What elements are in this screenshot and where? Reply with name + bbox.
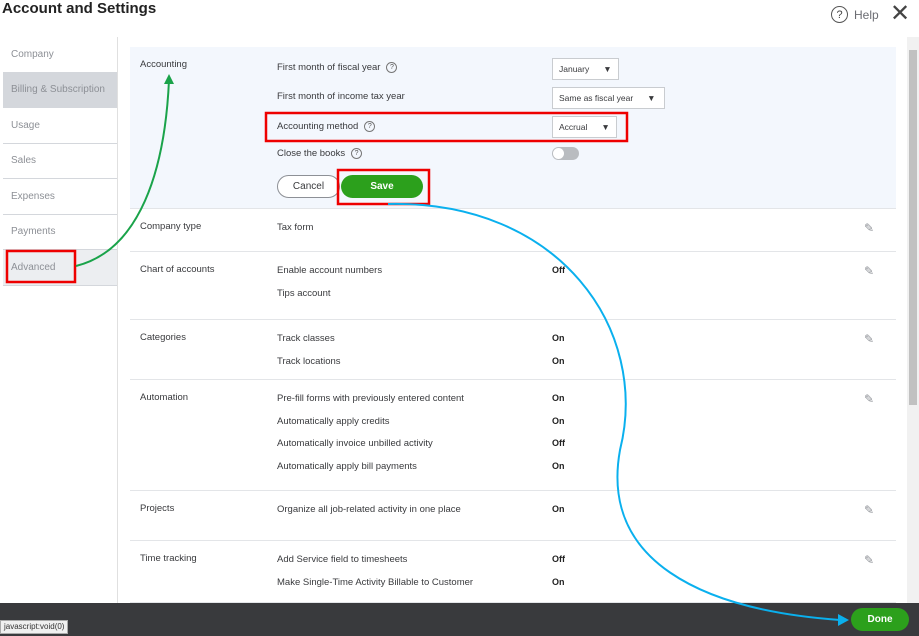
settings-section: Company type ✎ Tax form (130, 209, 896, 252)
label: Accounting method (277, 121, 359, 132)
accounting-method-select[interactable]: Accrual ▼ (552, 116, 617, 138)
setting-label: Automatically invoice unbilled activity (277, 438, 433, 449)
scrollbar[interactable] (907, 37, 919, 603)
section-title: Time tracking (140, 553, 197, 564)
footer-bar (0, 603, 919, 636)
settings-section: Time tracking ✎ Add Service field to times… (130, 541, 896, 603)
edit-pencil-icon[interactable]: ✎ (864, 553, 874, 567)
info-icon[interactable]: ? (364, 121, 376, 132)
setting-label: Tips account (277, 287, 331, 299)
label: First month of income tax year (277, 91, 405, 102)
setting-label: Pre-fill forms with previously entered c… (277, 393, 464, 404)
setting-label: Automatically apply credits (277, 415, 390, 427)
section-title: Categories (140, 332, 186, 343)
setting-label: Enable account numbers (277, 265, 383, 276)
select-value: Same as fiscal year (559, 93, 634, 103)
setting-value: On (552, 393, 565, 403)
done-button[interactable]: Done (851, 608, 909, 631)
help-icon: ? (831, 6, 848, 23)
setting-label: Add Service field to timesheets (277, 554, 408, 565)
sidebar: Company Billing & Subscription Usage Sales E… (3, 37, 118, 603)
setting-label: Track classes (277, 333, 335, 344)
fiscal-month-select[interactable]: January ▼ (552, 58, 619, 80)
setting-label: Tax form (277, 222, 314, 233)
setting-value: On (552, 576, 565, 587)
tax-year-label: First month of income tax year (277, 91, 405, 102)
status-url: javascript:void(0) (0, 620, 69, 634)
section-title: Projects (140, 503, 175, 514)
save-button[interactable]: Save (341, 175, 423, 198)
sidebar-item-payments[interactable]: Payments (3, 215, 117, 250)
setting-label: Make Single-Time Activity Billable to Cu… (277, 576, 474, 588)
close-books-label: Close the books? (277, 148, 363, 159)
section-title: Automation (140, 392, 189, 403)
help-label: Help (854, 7, 879, 22)
edit-pencil-icon[interactable]: ✎ (864, 221, 874, 235)
setting-value: On (552, 504, 565, 514)
setting-value: Off (552, 265, 565, 275)
info-icon[interactable]: ? (386, 62, 398, 73)
setting-label: Automatically apply bill payments (277, 460, 417, 472)
edit-pencil-icon[interactable]: ✎ (864, 392, 874, 406)
settings-section: Projects ✎ Organize all job-related activi… (130, 491, 896, 541)
scrollbar-thumb[interactable] (909, 50, 917, 405)
sidebar-item-usage[interactable]: Usage (3, 108, 117, 144)
edit-pencil-icon[interactable]: ✎ (864, 503, 874, 517)
setting-value: Off (552, 438, 565, 448)
sidebar-item-expenses[interactable]: Expenses (3, 179, 117, 215)
setting-value: On (552, 415, 565, 426)
dropdown-arrow-icon: ▼ (647, 93, 656, 103)
setting-label: Track locations (277, 355, 341, 367)
select-value: January (559, 64, 590, 74)
fiscal-year-label: First month of fiscal year? (277, 62, 398, 73)
settings-section: Categories ✎ Track classes On Track location… (130, 320, 896, 380)
label: Close the books (277, 148, 346, 159)
setting-value: On (552, 355, 565, 366)
setting-value: On (552, 333, 565, 343)
dropdown-arrow-icon: ▼ (601, 122, 610, 132)
sidebar-item-billing-subscription[interactable]: Billing & Subscription (3, 72, 117, 108)
setting-value: Off (552, 554, 565, 564)
settings-section: Chart of accounts ✎ Enable account numbers… (130, 252, 896, 320)
section-title: Accounting (140, 59, 188, 70)
sidebar-item-sales[interactable]: Sales (3, 144, 117, 179)
label: First month of fiscal year (277, 62, 381, 73)
accounting-section: Accounting First month of fiscal year? J… (130, 47, 896, 209)
edit-pencil-icon[interactable]: ✎ (864, 332, 874, 346)
close-books-toggle[interactable] (552, 147, 579, 160)
close-icon[interactable]: ✕ (890, 2, 910, 26)
dropdown-arrow-icon: ▼ (603, 64, 612, 74)
sidebar-item-company[interactable]: Company (3, 37, 117, 73)
sidebar-item-advanced[interactable]: Advanced (3, 250, 117, 286)
tax-month-select[interactable]: Same as fiscal year ▼ (552, 87, 665, 109)
help-button[interactable]: ? Help (831, 6, 879, 23)
settings-panel: Accounting First month of fiscal year? J… (130, 47, 896, 603)
edit-pencil-icon[interactable]: ✎ (864, 264, 874, 278)
page-title: Account and Settings (2, 0, 157, 17)
settings-section: Automation ✎ Pre-fill forms with previousl… (130, 380, 896, 491)
setting-value: On (552, 460, 565, 471)
cancel-button[interactable]: Cancel (277, 175, 340, 198)
setting-label: Organize all job-related activity in one… (277, 504, 461, 515)
section-title: Company type (140, 221, 202, 232)
section-title: Chart of accounts (140, 264, 215, 275)
accounting-method-label: Accounting method? (277, 121, 376, 132)
info-icon[interactable]: ? (351, 148, 363, 159)
select-value: Accrual (559, 122, 588, 132)
